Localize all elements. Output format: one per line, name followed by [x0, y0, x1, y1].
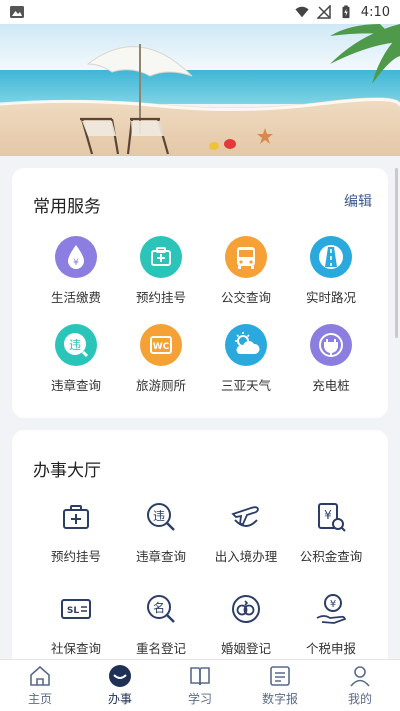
service-item-weather[interactable]: 三亚天气 — [203, 324, 289, 394]
svg-text:¥: ¥ — [324, 508, 332, 522]
hall-item-housing-fund[interactable]: ¥ 公积金查询 — [288, 500, 374, 565]
beach-scene-image — [0, 24, 400, 156]
yen-document-search-icon: ¥ — [318, 503, 346, 532]
status-bar: 4:10 — [0, 0, 400, 24]
service-label: 违章查询 — [50, 378, 101, 393]
tab-label: 数字报 — [261, 692, 298, 706]
status-time: 4:10 — [360, 4, 390, 20]
yen-hand-icon: ¥ — [316, 594, 347, 624]
service-hall-card: 办事大厅 预约挂号 违 违章查询 出入境办理 ¥ 公积金查询 SL 社保查询 名… — [12, 430, 388, 670]
hall-label: 预约挂号 — [50, 549, 101, 564]
svg-text:违: 违 — [153, 509, 165, 523]
service-item-appointment[interactable]: 预约挂号 — [118, 236, 204, 306]
service-item-toilet[interactable]: WC 旅游厕所 — [118, 324, 204, 394]
tab-profile[interactable]: 我的 — [320, 660, 400, 711]
service-item-charging[interactable]: 充电桩 — [288, 324, 374, 394]
banner-image[interactable] — [0, 24, 400, 156]
service-label: 三亚天气 — [220, 378, 271, 393]
water-drop-yen-icon: ¥ — [55, 236, 97, 278]
tab-newspaper[interactable]: 数字报 — [240, 660, 320, 711]
marriage-icon — [232, 595, 260, 623]
svg-text:违: 违 — [69, 338, 81, 352]
hall-item-appointment[interactable]: 预约挂号 — [33, 500, 119, 565]
hall-item-marriage[interactable]: 婚姻登记 — [203, 592, 289, 657]
bus-icon — [225, 236, 267, 278]
charging-plug-icon — [310, 324, 352, 366]
wc-icon: WC — [140, 324, 182, 366]
medical-kit-icon — [140, 236, 182, 278]
service-item-utilities[interactable]: ¥ 生活缴费 — [33, 236, 119, 306]
svg-text:¥: ¥ — [330, 599, 336, 610]
book-icon — [190, 667, 210, 686]
wifi-icon — [295, 6, 309, 18]
svg-text:¥: ¥ — [73, 258, 79, 268]
hall-label: 重名登记 — [135, 641, 186, 656]
name-search-icon: 名 — [147, 595, 175, 623]
road-icon — [310, 236, 352, 278]
scrollbar[interactable] — [395, 168, 398, 338]
bottom-tab-bar: 主页 办事 学习 数字报 我的 — [0, 659, 400, 711]
medical-kit-outline-icon — [63, 505, 89, 529]
hall-item-social-security[interactable]: SL 社保查询 — [33, 592, 119, 657]
airplane-globe-icon — [231, 506, 259, 527]
section-title: 办事大厅 — [33, 461, 101, 481]
common-services-card: 常用服务 编辑 ¥ 生活缴费 预约挂号 公交查询 实时路况 违 违章查询 WC … — [12, 168, 388, 418]
service-label: 预约挂号 — [135, 290, 186, 305]
service-label: 旅游厕所 — [135, 378, 186, 393]
violation-icon: 违 — [55, 324, 97, 366]
hall-item-violation[interactable]: 违 违章查询 — [118, 500, 204, 565]
newspaper-icon — [270, 666, 290, 686]
service-item-bus[interactable]: 公交查询 — [203, 236, 289, 306]
tab-label: 学习 — [187, 692, 212, 706]
battery-icon — [342, 5, 350, 19]
hall-label: 社保查询 — [50, 641, 101, 656]
tab-label: 办事 — [107, 692, 132, 706]
tab-services[interactable]: 办事 — [80, 660, 160, 711]
hall-label: 出入境办理 — [214, 549, 278, 564]
hall-label: 婚姻登记 — [220, 641, 271, 656]
svg-text:名: 名 — [153, 600, 165, 615]
service-label: 生活缴费 — [50, 290, 101, 305]
tab-home[interactable]: 主页 — [0, 660, 80, 711]
svg-text:WC: WC — [153, 342, 170, 352]
tab-study[interactable]: 学习 — [160, 660, 240, 711]
image-notification-icon — [10, 6, 24, 18]
hall-item-tax[interactable]: ¥ 个税申报 — [288, 592, 374, 657]
user-icon — [350, 666, 370, 687]
service-label: 充电桩 — [312, 378, 350, 393]
edit-button[interactable]: 编辑 — [344, 191, 372, 211]
hall-label: 个税申报 — [305, 641, 356, 656]
weather-icon — [225, 324, 267, 366]
hall-item-duplicate-name[interactable]: 名 重名登记 — [118, 592, 204, 657]
signal-icon — [316, 5, 331, 19]
hall-label: 违章查询 — [135, 549, 186, 564]
service-icon — [109, 665, 131, 687]
tab-label: 我的 — [347, 692, 372, 706]
section-title: 常用服务 — [33, 197, 101, 217]
sl-card-icon: SL — [61, 599, 91, 619]
hall-label: 公积金查询 — [299, 549, 363, 564]
service-item-traffic[interactable]: 实时路况 — [288, 236, 374, 306]
service-label: 实时路况 — [305, 290, 356, 305]
service-item-violation[interactable]: 违 违章查询 — [33, 324, 119, 394]
home-icon — [30, 665, 50, 686]
tab-label: 主页 — [27, 692, 52, 706]
service-label: 公交查询 — [220, 290, 271, 305]
svg-text:SL: SL — [67, 606, 79, 616]
violation-outline-icon: 违 — [147, 503, 175, 531]
hall-item-exit-entry[interactable]: 出入境办理 — [203, 500, 289, 565]
